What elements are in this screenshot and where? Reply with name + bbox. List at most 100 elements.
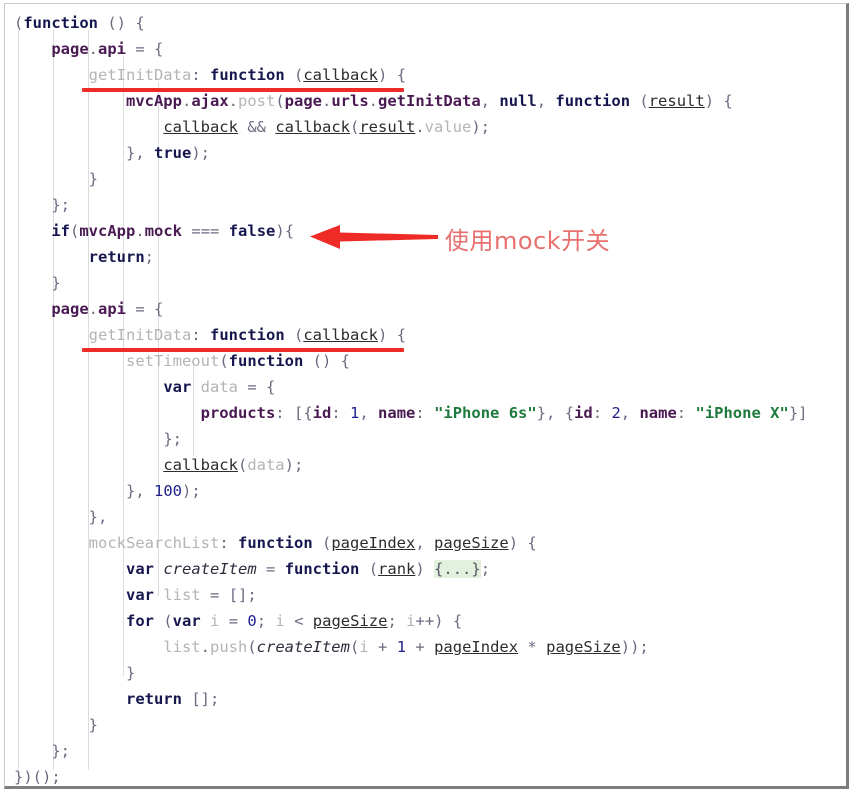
code-token-num: 100 [154, 482, 182, 500]
code-token-obj: page [284, 92, 322, 110]
code-line[interactable]: } [5, 712, 846, 738]
code-token-punc: { [396, 326, 407, 344]
code-token-punc: }] [788, 404, 808, 422]
code-token-obj: id [574, 404, 593, 422]
code-token-punc: ; [144, 248, 154, 266]
code-token-punc: } [51, 274, 61, 292]
code-token-dim: mockSearchList [88, 534, 220, 552]
code-line[interactable]: mockSearchList: function (pageIndex, pag… [5, 530, 846, 556]
code-token-italic: createItem [163, 560, 257, 578]
code-line[interactable]: }, [5, 504, 846, 530]
code-line[interactable]: getInitData: function (callback) { [5, 62, 846, 88]
code-token-punc: ( [349, 118, 360, 136]
code-token-punc: ( [237, 456, 248, 474]
code-line[interactable]: }, 100); [5, 478, 846, 504]
code-line[interactable]: } [5, 166, 846, 192]
code-token-punc: () [312, 352, 332, 370]
code-line[interactable]: (function () { [5, 10, 846, 36]
code-token-punc: . [415, 118, 425, 136]
code-token-punc: . [88, 40, 98, 58]
code-token-dim: push [209, 638, 248, 656]
code-line[interactable]: page.api = { [5, 296, 846, 322]
code-token-param: result [648, 92, 705, 110]
code-line[interactable]: var createItem = function (rank) {...}; [5, 556, 846, 582]
code-line[interactable]: })(); [5, 764, 846, 786]
code-token-punc: = [135, 300, 145, 318]
code-token-punc: { [135, 14, 145, 32]
code-editor-surface[interactable]: (function () { page.api = { getInitData:… [5, 4, 846, 786]
code-token-dim: data [200, 378, 238, 396]
code-token-kw: function [228, 352, 304, 370]
code-token-punc: ( [639, 92, 649, 110]
code-token-punc: ( [14, 14, 24, 32]
code-token-str: "iPhone 6s" [434, 404, 537, 422]
code-token-punc: } [88, 716, 98, 734]
code-line[interactable]: }; [5, 426, 846, 452]
code-token-punc: }, [125, 144, 145, 162]
code-token-param: rank [378, 560, 416, 578]
code-token-kw: return [88, 248, 145, 266]
code-token-punc: = [247, 378, 257, 396]
code-line[interactable]: callback(data); [5, 452, 846, 478]
code-line[interactable]: getInitData: function (callback) { [5, 322, 846, 348]
code-line[interactable]: page.api = { [5, 36, 846, 62]
code-line[interactable]: }; [5, 738, 846, 764]
code-token-dim: value [424, 118, 472, 136]
code-token-punc: ( [349, 638, 360, 656]
code-token-punc: ) [704, 92, 715, 110]
code-token-punc: : [592, 404, 603, 422]
code-line[interactable]: products: [{id: 1, name: "iPhone 6s"}, {… [5, 400, 846, 426]
code-line[interactable]: list.push(createItem(i + 1 + pageIndex *… [5, 634, 846, 660]
code-line[interactable]: }, true); [5, 140, 846, 166]
code-line[interactable]: var data = { [5, 374, 846, 400]
code-line[interactable]: for (var i = 0; i < pageSize; i++) { [5, 608, 846, 634]
code-token-param: pageSize [312, 612, 388, 630]
code-token-kw: for [125, 612, 154, 630]
code-line[interactable]: var list = []; [5, 582, 846, 608]
code-token-punc: ; [387, 612, 397, 630]
code-token-punc: , [359, 404, 369, 422]
underline-getinitdata-mock [82, 348, 404, 352]
code-token-punc: ( [368, 560, 379, 578]
code-token-punc: { [340, 352, 351, 370]
code-line[interactable]: }; [5, 192, 846, 218]
code-token-dim: list [163, 586, 201, 604]
code-line[interactable]: callback && callback(result.value); [5, 114, 846, 140]
code-line[interactable]: return []; [5, 686, 846, 712]
code-line[interactable]: } [5, 270, 846, 296]
code-token-punc: }, [536, 404, 556, 422]
code-token-dim: i [359, 638, 369, 656]
code-token-kw: null [499, 92, 537, 110]
code-token-dim: i [275, 612, 285, 630]
code-token-punc: && [247, 118, 266, 136]
code-token-punc: ); [191, 144, 210, 162]
code-token-punc: * [527, 638, 537, 656]
code-token-punc: ( [294, 326, 304, 344]
code-token-punc: . [88, 300, 98, 318]
code-line[interactable]: } [5, 660, 846, 686]
code-token-param: callback [303, 66, 378, 84]
code-token-punc: ) [378, 66, 388, 84]
